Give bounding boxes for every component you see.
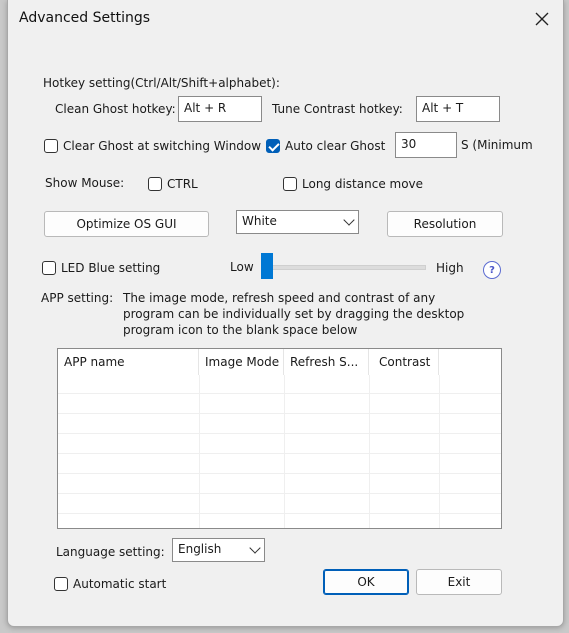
clean-ghost-hotkey-label: Clean Ghost hotkey: bbox=[55, 102, 176, 116]
slider-high-label: High bbox=[436, 261, 464, 275]
tune-contrast-hotkey-input[interactable]: Alt + T bbox=[416, 96, 500, 122]
advanced-settings-dialog: Advanced Settings Hotkey setting(Ctrl/Al… bbox=[7, 0, 564, 627]
row-divider bbox=[58, 433, 501, 434]
led-blue-checkbox[interactable]: LED Blue setting bbox=[42, 261, 160, 275]
window-title: Advanced Settings bbox=[19, 10, 151, 26]
close-button[interactable] bbox=[522, 4, 562, 34]
column-header-image-mode[interactable]: Image Mode bbox=[199, 349, 284, 375]
long-distance-move-checkbox[interactable]: Long distance move bbox=[283, 177, 423, 191]
led-slider-track[interactable] bbox=[264, 265, 426, 270]
row-divider bbox=[58, 453, 501, 454]
clean-ghost-hotkey-input[interactable]: Alt + R bbox=[178, 96, 262, 122]
auto-clear-ghost-checkbox[interactable]: Auto clear Ghost bbox=[266, 139, 385, 153]
ctrl-label: CTRL bbox=[167, 177, 198, 191]
row-divider bbox=[58, 393, 501, 394]
color-select[interactable]: White bbox=[236, 210, 359, 234]
column-header-app-name[interactable]: APP name bbox=[58, 349, 199, 375]
long-distance-move-label: Long distance move bbox=[302, 177, 424, 191]
ctrl-box bbox=[148, 177, 162, 191]
app-settings-table[interactable]: APP name Image Mode Refresh S... Contras… bbox=[57, 348, 502, 529]
app-description-line-3: program icon to the blank space below bbox=[123, 323, 358, 337]
led-slider-thumb[interactable] bbox=[261, 253, 273, 279]
ok-button[interactable]: OK bbox=[323, 569, 409, 595]
column-header-refresh-speed[interactable]: Refresh S... bbox=[284, 349, 369, 375]
chevron-down-icon bbox=[249, 542, 261, 554]
auto-clear-ghost-label: Auto clear Ghost bbox=[285, 139, 386, 153]
column-divider bbox=[199, 375, 200, 528]
slider-low-label: Low bbox=[230, 260, 254, 274]
table-header: APP name Image Mode Refresh S... Contras… bbox=[58, 349, 501, 375]
language-setting-label: Language setting: bbox=[56, 545, 165, 559]
clear-ghost-switch-checkbox[interactable]: Clear Ghost at switching Window bbox=[44, 139, 261, 153]
column-divider bbox=[369, 375, 370, 528]
row-divider bbox=[58, 473, 501, 474]
long-distance-move-box bbox=[283, 177, 297, 191]
help-glyph: ? bbox=[489, 264, 495, 276]
optimize-os-gui-button[interactable]: Optimize OS GUI bbox=[44, 211, 209, 237]
hotkey-section-label: Hotkey setting(Ctrl/Alt/Shift+alphabet): bbox=[43, 76, 280, 90]
row-divider bbox=[58, 513, 501, 514]
row-divider bbox=[58, 493, 501, 494]
show-mouse-label: Show Mouse: bbox=[45, 176, 125, 190]
automatic-start-box bbox=[54, 577, 68, 591]
column-divider bbox=[439, 375, 440, 528]
app-description-line-2: program can be individually set by dragg… bbox=[123, 307, 465, 321]
auto-clear-ghost-box bbox=[266, 139, 280, 153]
column-divider bbox=[284, 375, 285, 528]
auto-clear-seconds-input[interactable]: 30 bbox=[395, 132, 457, 158]
exit-button[interactable]: Exit bbox=[416, 569, 502, 595]
app-description-line-1: The image mode, refresh speed and contra… bbox=[123, 291, 436, 305]
led-blue-box bbox=[42, 261, 56, 275]
automatic-start-checkbox[interactable]: Automatic start bbox=[54, 577, 166, 591]
language-select-value: English bbox=[178, 542, 222, 556]
led-blue-label: LED Blue setting bbox=[61, 261, 161, 275]
close-icon bbox=[535, 12, 549, 26]
language-select[interactable]: English bbox=[172, 538, 265, 562]
row-divider bbox=[58, 413, 501, 414]
clear-ghost-switch-box bbox=[44, 139, 58, 153]
auto-clear-seconds-suffix: S (Minimum bbox=[461, 138, 533, 152]
chevron-down-icon bbox=[343, 214, 355, 226]
resolution-button[interactable]: Resolution bbox=[387, 211, 503, 237]
help-icon[interactable]: ? bbox=[483, 261, 501, 279]
app-setting-label: APP setting: bbox=[41, 291, 114, 305]
clear-ghost-switch-label: Clear Ghost at switching Window bbox=[63, 139, 262, 153]
color-select-value: White bbox=[242, 214, 277, 228]
tune-contrast-hotkey-label: Tune Contrast hotkey: bbox=[272, 102, 403, 116]
column-header-contrast[interactable]: Contrast bbox=[369, 349, 439, 375]
ctrl-checkbox[interactable]: CTRL bbox=[148, 177, 198, 191]
automatic-start-label: Automatic start bbox=[73, 577, 167, 591]
